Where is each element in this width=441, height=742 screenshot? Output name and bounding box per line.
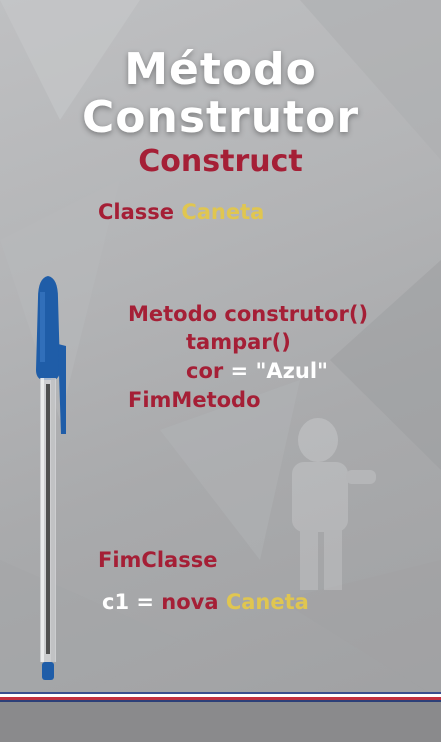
stormtrooper-figure: [292, 418, 376, 590]
cor-assignment: cor = "Azul": [186, 359, 328, 383]
method-declaration: Metodo construtor(): [128, 302, 368, 326]
metodo-keyword: Metodo: [128, 302, 218, 326]
classe-keyword: Classe: [98, 200, 175, 224]
cor-value: "Azul": [255, 359, 328, 383]
cor-equals: =: [223, 359, 256, 383]
bottom-band: [0, 702, 441, 742]
title-line-2: Construtor: [81, 92, 360, 143]
instantiation-line: c1 = nova Caneta: [102, 590, 309, 614]
cor-variable: cor: [186, 359, 224, 383]
title-line-1: Método: [124, 44, 317, 95]
pen-image: [36, 276, 66, 680]
subtitle: Construct: [138, 144, 303, 179]
instance-variable: c1: [102, 590, 130, 614]
method-name: construtor(): [224, 302, 369, 326]
bottom-stripe: [0, 692, 441, 702]
instance-class: Caneta: [225, 590, 309, 614]
tampar-call: tampar(): [186, 330, 291, 354]
fim-metodo: FimMetodo: [128, 388, 261, 412]
class-name: Caneta: [181, 200, 265, 224]
class-declaration: Classe Caneta: [98, 200, 264, 224]
instance-equals: =: [129, 590, 162, 614]
fim-classe: FimClasse: [98, 548, 218, 572]
nova-keyword: nova: [161, 590, 219, 614]
